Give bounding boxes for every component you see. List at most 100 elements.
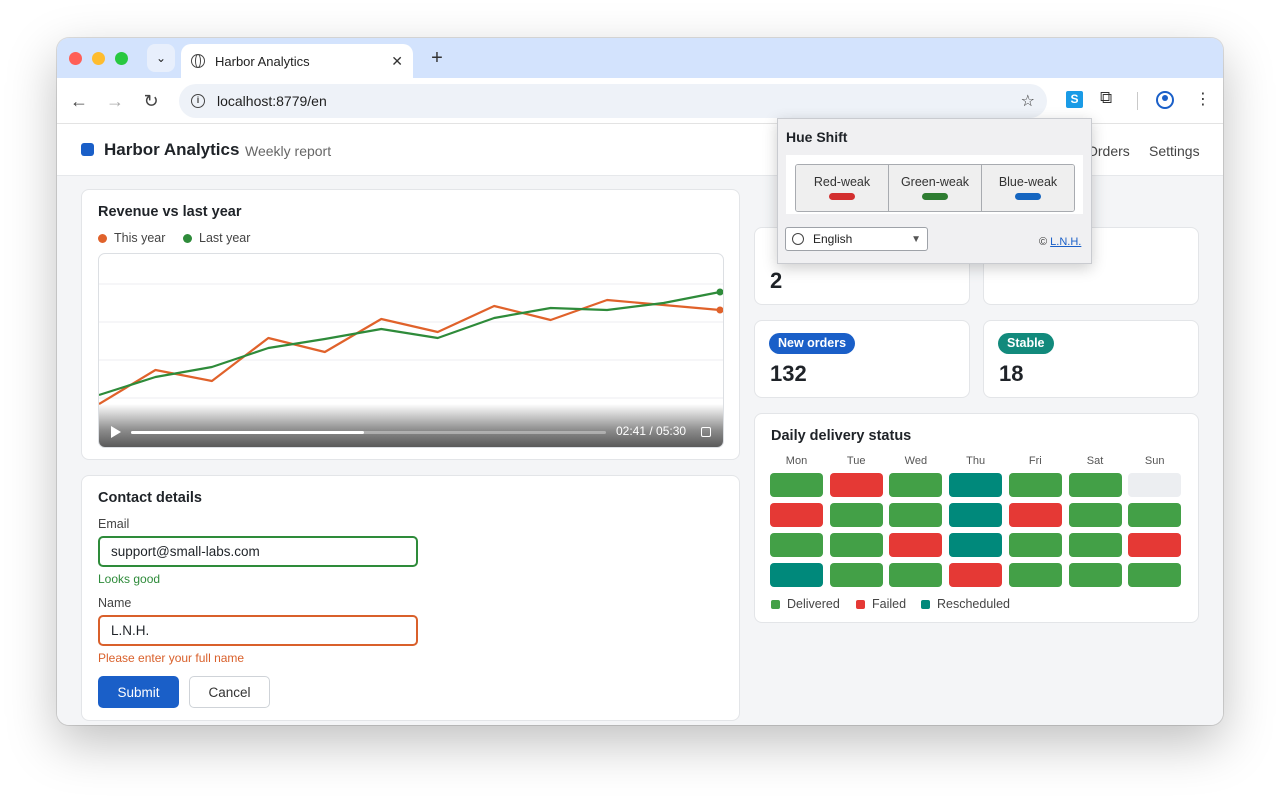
submit-button[interactable]: Submit [98,676,179,708]
mode-red-weak-button[interactable]: Red-weak [796,165,889,211]
copyright-symbol: © [1039,236,1048,248]
mode-blue-weak-button[interactable]: Blue-weak [982,165,1074,211]
nav-orders[interactable]: Orders [1087,143,1130,159]
series-line-0 [99,298,721,405]
delivery-cell-delivered [889,503,943,527]
mode-green-weak-button[interactable]: Green-weak [889,165,982,211]
delivery-cell-delivered [1068,563,1122,587]
name-label: Name [98,596,132,610]
close-window-button[interactable] [69,52,82,65]
close-tab-icon[interactable]: ✕ [391,53,403,70]
stat-value: 18 [999,361,1024,386]
delivery-cell-delivered [889,563,943,587]
tab-title: Harbor Analytics [215,53,310,69]
delivery-cell-rescheduled [949,533,1003,557]
address-bar[interactable]: i localhost:8779/en ☆ [179,84,1047,118]
new-tab-button[interactable]: + [425,46,449,70]
legend-label: This year [114,231,166,245]
video-controls: 02:41 / 05:30 [99,404,723,447]
seek-bar[interactable] [131,431,606,434]
bookmark-star-icon[interactable]: ☆ [1021,91,1035,111]
brand-subtitle: Weekly report [245,143,332,159]
delivery-cell-delivered [1128,563,1182,587]
tab-strip: ⌄ Harbor Analytics ✕ + [57,38,1223,78]
legend-swatch [856,599,865,609]
extensions-puzzle-icon[interactable]: ⧉ [1100,88,1112,108]
delivery-cell-delivered [829,533,883,557]
fullscreen-icon[interactable] [701,427,711,437]
mode-label: Red-weak [813,175,871,189]
legend-label: Rescheduled [937,597,1010,611]
reload-icon[interactable]: ↻ [139,89,163,113]
delivery-cell-delivered [1008,563,1062,587]
day-label: Sat [1086,455,1104,467]
delivery-cell-delivered [1128,503,1182,527]
delivery-cell-delivered [829,503,883,527]
delivery-cell-rescheduled [949,473,1003,497]
minimize-window-button[interactable] [92,52,105,65]
legend-label: Failed [872,597,907,611]
legend-delivered: Delivered [771,597,840,611]
legend-this-year: This year [98,231,165,245]
nav-settings[interactable]: Settings [1149,143,1200,159]
email-field[interactable] [98,536,418,567]
language-select[interactable]: English ▼ [785,227,928,251]
mode-label: Blue-weak [998,175,1058,189]
chart-video-player[interactable]: 02:41 / 05:30 [98,253,724,448]
video-time: 02:41 / 05:30 [616,424,687,438]
name-field[interactable] [98,615,418,646]
stat-card-stable: Stable 18 [983,320,1199,398]
delivery-cell-failed [1008,503,1062,527]
delivery-cell-rescheduled [949,503,1003,527]
brand-logo-icon [81,143,94,156]
email-label: Email [98,517,130,531]
legend-swatch [921,599,930,609]
delivery-cell-rescheduled [770,563,823,587]
delivery-title: Daily delivery status [771,428,912,444]
mode-segmented-control: Red-weak Green-weak Blue-weak [795,164,1075,212]
extension-s-icon[interactable]: S [1066,91,1083,108]
profile-icon[interactable] [1156,91,1174,109]
series-endpoint-0 [716,306,723,314]
legend-dot [98,233,107,243]
legend-swatch [771,599,780,609]
play-icon[interactable] [111,426,121,438]
popup-title: Hue Shift [786,129,848,145]
chart-title: Revenue vs last year [98,204,242,220]
delivery-cell-delivered [1008,473,1062,497]
credit-link[interactable]: L.N.H. [1050,236,1081,248]
legend-dot [183,233,192,243]
delivery-cell-failed [1128,533,1182,557]
menu-kebab-icon[interactable]: ⋮ [1195,89,1211,109]
legend-rescheduled: Rescheduled [921,597,1010,611]
stat-badge: New orders [769,333,856,354]
delivery-card: Daily delivery status Delivered Failed R… [754,413,1199,623]
day-label: Thu [966,455,986,467]
hue-shift-popup: Hue Shift Red-weak Green-weak Blue-weak … [777,118,1092,264]
delivery-cell-failed [949,563,1003,587]
stat-badge: Stable [998,333,1054,354]
legend-last-year: Last year [183,231,250,245]
delivery-cell-delivered [770,533,823,557]
url-text[interactable]: localhost:8779/en [217,93,1021,109]
cancel-button[interactable]: Cancel [189,676,270,708]
globe-icon [191,54,205,68]
name-error: Please enter your full name [98,651,245,665]
site-info-icon[interactable]: i [191,94,205,108]
maximize-window-button[interactable] [115,52,128,65]
back-icon[interactable]: ← [67,89,91,113]
tab-search-button[interactable]: ⌄ [147,44,175,72]
mode-swatch [829,193,855,200]
browser-tab[interactable]: Harbor Analytics ✕ [181,44,413,78]
day-label: Mon [785,455,808,467]
form-title: Contact details [98,490,202,506]
language-value: English [813,232,853,246]
contact-card: Contact details Email Looks good Name Pl… [81,475,740,721]
delivery-cell-delivered [1068,473,1122,497]
day-label: Sun [1144,455,1165,467]
delivery-cell-failed [770,503,823,527]
legend-label: Last year [199,231,251,245]
forward-icon[interactable]: → [103,89,127,113]
mode-label: Green-weak [900,175,970,189]
legend-failed: Failed [856,597,906,611]
